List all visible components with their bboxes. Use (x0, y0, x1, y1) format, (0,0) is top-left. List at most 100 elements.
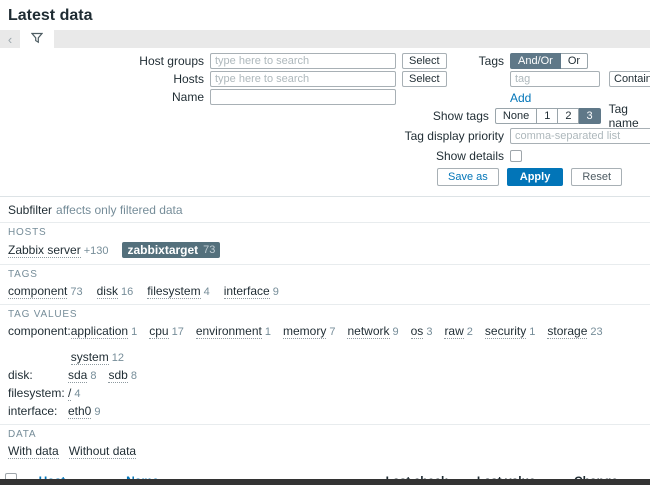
subfilter-tags-section: TAGS component73 disk16 filesystem 4 inte… (0, 264, 650, 304)
tag-value-count: 9 (393, 326, 399, 338)
save-as-button[interactable]: Save as (437, 168, 499, 186)
tag-name-label: Tag name (609, 102, 650, 130)
tag-value-group-label: interface: (8, 404, 68, 418)
tag-count: 73 (70, 286, 82, 298)
tag-value-item: eth09 (68, 404, 100, 418)
tag-value-group-label: filesystem: (8, 386, 68, 400)
tag-value-link[interactable]: security (485, 324, 526, 339)
tag-display-priority-input[interactable] (510, 128, 650, 144)
subfilter-hosts-section: HOSTS Zabbix server+130 zabbixtarget 73 (0, 222, 650, 264)
reset-button[interactable]: Reset (571, 168, 622, 186)
subfilter-tag-link[interactable]: disk (97, 284, 118, 299)
tag-values-section-header: TAG VALUES (8, 309, 642, 320)
hosts-section-header: HOSTS (8, 227, 642, 238)
tag-value-count: 8 (131, 370, 137, 382)
tag-count: 9 (273, 286, 279, 298)
bottom-bar (0, 479, 650, 485)
tag-value-item: sda8 (68, 368, 96, 382)
subfilter-tag-item: disk16 (97, 284, 134, 298)
tag-value-link[interactable]: eth0 (68, 404, 91, 419)
funnel-icon (31, 32, 43, 47)
chip-count: 73 (203, 244, 215, 256)
tag-value-link[interactable]: environment (196, 324, 262, 339)
tag-value-item: security1 (485, 324, 535, 338)
tag-value-count: 23 (590, 326, 602, 338)
show-tags-none-button[interactable]: None (495, 108, 537, 124)
tags-label: Tags (340, 54, 504, 68)
subfilter-host-count: +130 (84, 245, 109, 257)
apply-button[interactable]: Apply (507, 168, 564, 186)
add-tag-link[interactable]: Add (510, 91, 531, 105)
tag-value-count: 3 (426, 326, 432, 338)
chevron-left-icon: ‹ (8, 32, 12, 47)
tag-input[interactable] (510, 71, 600, 87)
tag-value-link[interactable]: storage (547, 324, 587, 339)
tag-value-item: application1 (71, 324, 138, 338)
tag-value-group: disk: sda8 sdb8 (8, 368, 642, 382)
tags-section-header: TAGS (8, 269, 642, 280)
subfilter-tag-item: interface9 (224, 284, 279, 298)
collapse-filter-button[interactable]: ‹ (0, 30, 20, 48)
hosts-label: Hosts (40, 72, 204, 86)
tag-value-item: sdb 8 (108, 368, 136, 382)
subfilter-tag-item: component73 (8, 284, 83, 298)
show-details-checkbox[interactable] (510, 150, 522, 162)
show-tags-3-button[interactable]: 3 (579, 108, 600, 124)
filter-tabbar: ‹ (0, 30, 650, 48)
latest-data-page: Latest data ‹ Host groups Select Hosts S… (0, 0, 650, 485)
without-data-link[interactable]: Without data (69, 444, 136, 459)
tag-value-item: cpu 17 (149, 324, 184, 338)
tag-value-link[interactable]: / (68, 386, 71, 401)
tag-value-count: 12 (112, 352, 124, 364)
chip-label: zabbixtarget (127, 243, 198, 257)
subfilter-title: Subfilter (8, 203, 52, 217)
subfilter-host-link[interactable]: Zabbix server (8, 243, 81, 258)
tag-count: 4 (204, 286, 210, 298)
tag-value-link[interactable]: memory (283, 324, 326, 339)
subfilter-host-chip-selected[interactable]: zabbixtarget 73 (122, 242, 220, 258)
subfilter-data-section: DATA With data Without data (0, 424, 650, 465)
data-section-header: DATA (8, 429, 642, 440)
tag-value-group-label: component: (8, 324, 71, 338)
tag-count: 16 (121, 286, 133, 298)
tag-value-group: component: application1 cpu17 environmen… (8, 324, 642, 364)
tag-operator-select[interactable]: Contains (609, 71, 650, 87)
host-groups-label: Host groups (40, 54, 204, 68)
show-tags-label: Show tags (340, 109, 489, 123)
subfilter: Subfilter affects only filtered data HOST… (0, 196, 650, 465)
subfilter-tag-link[interactable]: component (8, 284, 67, 299)
tags-mode-segmented: And/Or Or (510, 53, 588, 69)
tags-mode-andor-button[interactable]: And/Or (510, 53, 561, 69)
name-label: Name (40, 90, 204, 104)
tag-value-item: storage23 (547, 324, 602, 338)
tag-value-link[interactable]: raw (444, 324, 463, 339)
tag-value-link[interactable]: system (71, 350, 109, 365)
subfilter-tag-link[interactable]: filesystem (147, 284, 200, 299)
show-tags-1-button[interactable]: 1 (537, 108, 558, 124)
tab-filter[interactable] (20, 30, 54, 48)
tag-value-item: /4 (68, 386, 80, 400)
tag-value-link[interactable]: application (71, 324, 128, 339)
subfilter-subtitle: affects only filtered data (56, 203, 183, 217)
show-tags-segmented: None 1 2 3 (495, 108, 601, 124)
tag-value-item: network 9 (347, 324, 398, 338)
tag-value-link[interactable]: cpu (149, 324, 168, 339)
tag-value-count: 4 (74, 388, 80, 400)
tag-value-count: 8 (90, 370, 96, 382)
subfilter-tag-values-section: TAG VALUES component: application1 cpu17… (0, 304, 650, 424)
tag-value-link[interactable]: os (411, 324, 424, 339)
tag-value-link[interactable]: sdb (108, 368, 127, 383)
with-data-link[interactable]: With data (8, 444, 59, 459)
show-tags-2-button[interactable]: 2 (558, 108, 579, 124)
tag-value-count: 7 (329, 326, 335, 338)
tag-value-link[interactable]: network (347, 324, 389, 339)
tag-value-count: 1 (265, 326, 271, 338)
tag-value-group: interface: eth09 (8, 404, 642, 418)
tag-display-priority-label: Tag display priority (340, 129, 504, 143)
subfilter-host-item: Zabbix server+130 (8, 243, 108, 257)
tags-mode-or-button[interactable]: Or (561, 53, 588, 69)
tag-value-count: 17 (172, 326, 184, 338)
tag-value-item: os3 (411, 324, 433, 338)
subfilter-tag-link[interactable]: interface (224, 284, 270, 299)
tag-value-link[interactable]: sda (68, 368, 87, 383)
